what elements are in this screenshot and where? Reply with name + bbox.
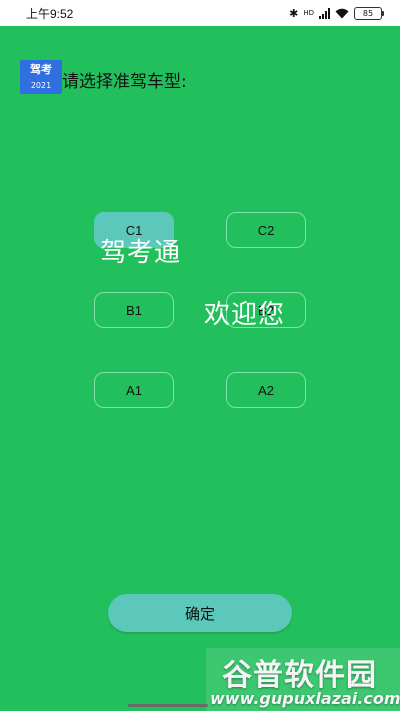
watermark: 谷普软件园 www.gupuxlazai.com [206, 648, 400, 711]
bluetooth-icon: ✱ [289, 6, 299, 20]
screen: 上午9:52 ✱ HD 85 驾考 2021 请选择准驾车型: C1 C2 B1… [0, 0, 400, 711]
battery-icon: 85 [354, 6, 384, 20]
logo-year: 2021 [30, 81, 52, 90]
home-indicator[interactable] [128, 704, 208, 707]
license-type-prompt: 请选择准驾车型: [62, 72, 187, 92]
status-icons: ✱ HD 85 [289, 4, 384, 22]
option-a1-button[interactable]: A1 [94, 372, 174, 408]
signal-icon [319, 7, 330, 19]
option-b1-button[interactable]: B1 [94, 292, 174, 328]
watermark-title: 谷普软件园 [222, 658, 377, 693]
option-c2-button[interactable]: C2 [226, 212, 306, 248]
splash-welcome: 欢迎您 [204, 300, 286, 330]
watermark-url: www.gupuxlazai.com [210, 689, 400, 708]
confirm-button[interactable]: 确定 [108, 594, 292, 632]
logo-title: 驾考 [30, 63, 52, 76]
app-logo: 驾考 2021 [20, 60, 62, 94]
wifi-icon [335, 8, 349, 18]
status-bar: 上午9:52 ✱ HD 85 [0, 0, 400, 26]
status-time: 上午9:52 [26, 7, 74, 21]
splash-app-name: 驾考通 [100, 238, 182, 268]
network-label: HD [303, 9, 314, 17]
option-a2-button[interactable]: A2 [226, 372, 306, 408]
